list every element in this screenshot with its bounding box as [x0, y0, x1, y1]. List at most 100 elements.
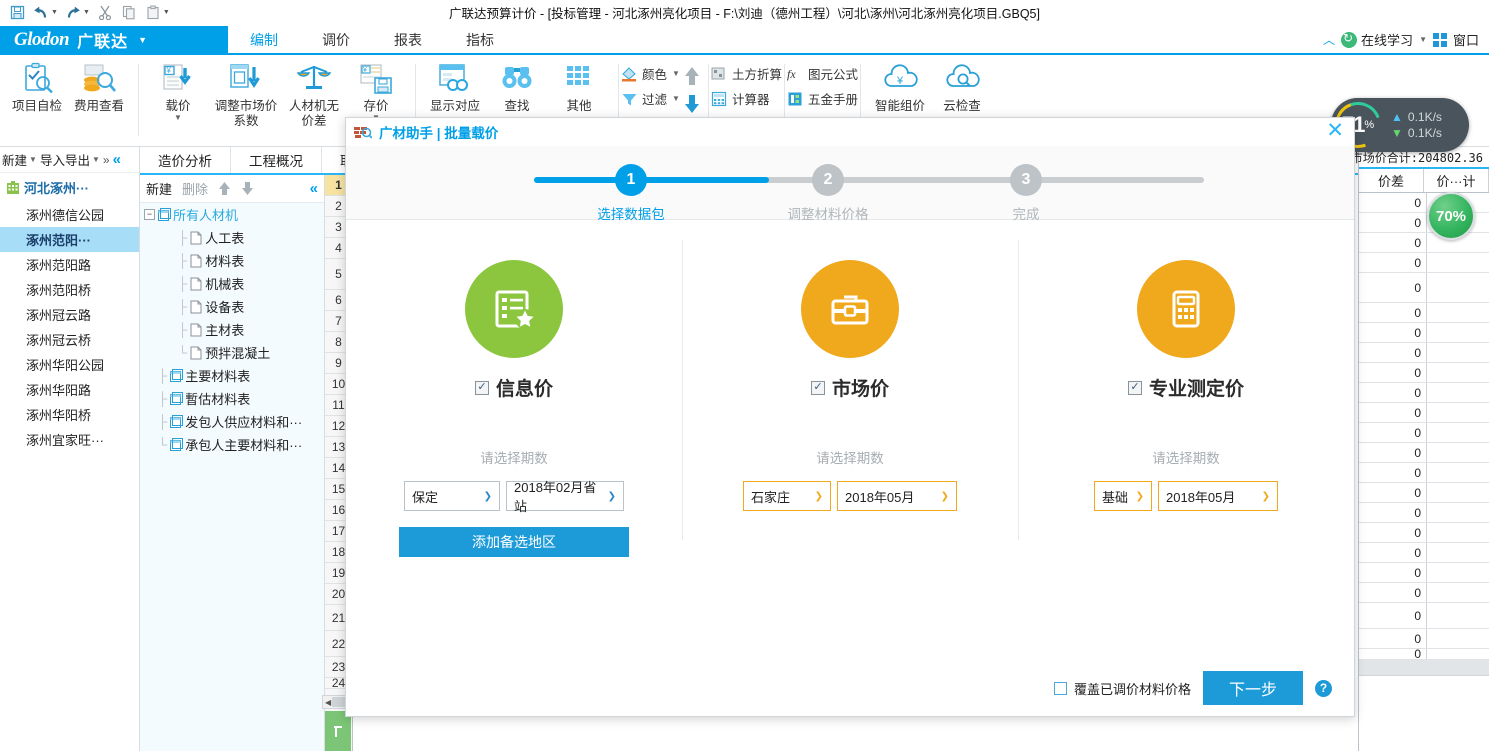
copy-icon[interactable]: [118, 2, 140, 24]
progress-badge[interactable]: 70%: [1427, 192, 1475, 240]
tree-new-button[interactable]: 新建: [146, 179, 172, 198]
tree-node-all-resources[interactable]: − 所有人材机: [140, 203, 324, 226]
professional-price-period-select[interactable]: 2018年05月 ❯: [1158, 481, 1278, 511]
table-row[interactable]: 0: [1359, 273, 1489, 303]
new-project-dropdown-icon[interactable]: ▼: [29, 155, 37, 164]
card-info-price-title-row[interactable]: ✓ 信息价: [474, 374, 553, 401]
table-row[interactable]: 0: [1359, 583, 1489, 603]
professional-price-checkbox[interactable]: ✓: [1127, 380, 1142, 395]
market-price-checkbox[interactable]: ✓: [810, 380, 825, 395]
save-price-button[interactable]: ¥ 存价 ▼: [345, 58, 407, 122]
brand-logo-area[interactable]: Glodon 广联达 ▼: [0, 26, 228, 53]
qat-more-icon[interactable]: ▼: [163, 9, 170, 16]
tab-bianzhi[interactable]: 编制: [228, 26, 300, 55]
card-professional-price-title-row[interactable]: ✓ 专业测定价: [1127, 374, 1244, 401]
undo-dropdown-icon[interactable]: ▼: [51, 9, 58, 16]
table-row[interactable]: 0: [1359, 523, 1489, 543]
close-icon[interactable]: ✕: [1326, 120, 1344, 141]
project-item[interactable]: 涿州冠云路: [0, 302, 139, 327]
project-root-node[interactable]: 河北涿州···: [0, 173, 139, 202]
tree-node-estimated-material-table[interactable]: ├ 暫估材料表: [140, 387, 324, 410]
color-dropdown-icon[interactable]: ▼: [672, 69, 680, 78]
tab-cost-analysis[interactable]: 造价分析: [140, 147, 231, 173]
project-item[interactable]: 涿州宜家旺···: [0, 427, 139, 452]
tab-tiaojia[interactable]: 调价: [300, 26, 372, 53]
checkbox-box[interactable]: [1053, 681, 1067, 695]
load-price-dropdown-icon[interactable]: ▼: [174, 114, 182, 122]
table-row[interactable]: 0: [1359, 603, 1489, 629]
earthwork-convert-button[interactable]: 土方折算: [711, 64, 782, 83]
chevron-down-icon[interactable]: ❯: [484, 491, 492, 502]
calculator-button[interactable]: 计算器: [711, 89, 782, 108]
table-row[interactable]: 0: [1359, 403, 1489, 423]
project-item-selected[interactable]: 涿州范阳···: [0, 227, 139, 252]
project-item[interactable]: 涿州华阳桥: [0, 402, 139, 427]
market-price-region-select[interactable]: 石家庄 ❯: [743, 481, 831, 511]
tree-node-contractor-main-materials[interactable]: └ 承包人主要材料和···: [140, 433, 324, 456]
table-row[interactable]: 0: [1359, 303, 1489, 323]
add-alternate-region-button[interactable]: 添加备选地区: [399, 527, 629, 557]
chevron-down-icon[interactable]: ❯: [1262, 491, 1270, 502]
tree-node-readymix-concrete[interactable]: └ 预拌混凝土: [140, 341, 324, 364]
tree-node-equipment[interactable]: ├ 设备表: [140, 295, 324, 318]
step-finish[interactable]: 3 完成: [946, 164, 1106, 223]
paste-icon[interactable]: [142, 2, 164, 24]
undo-icon[interactable]: [30, 2, 52, 24]
move-up-icon[interactable]: [684, 66, 700, 86]
project-selfcheck-button[interactable]: 项目自检: [6, 58, 68, 114]
tree-node-machinery[interactable]: ├ 机械表: [140, 272, 324, 295]
online-learning-dropdown-icon[interactable]: ▼: [1419, 35, 1427, 44]
chevron-down-icon[interactable]: ❯: [815, 491, 823, 502]
tree-node-labor[interactable]: ├ 人工表: [140, 226, 324, 249]
table-row[interactable]: 0: [1359, 503, 1489, 523]
table-row[interactable]: 0: [1359, 443, 1489, 463]
scroll-left-icon[interactable]: ◀: [323, 698, 331, 707]
chevron-down-icon[interactable]: ▼: [138, 35, 147, 45]
tree-delete-button[interactable]: 删除: [182, 179, 208, 198]
hardware-handbook-button[interactable]: 五金手册: [787, 89, 858, 108]
load-price-button[interactable]: ¥ 载价 ▼: [147, 58, 209, 122]
color-button[interactable]: 颜色 ▼: [621, 64, 680, 83]
tab-zhibiao[interactable]: 指标: [444, 26, 516, 53]
step-select-datapack[interactable]: 1 选择数据包: [551, 164, 711, 223]
table-row[interactable]: 0: [1359, 463, 1489, 483]
market-price-period-select[interactable]: 2018年05月 ❯: [837, 481, 957, 511]
table-row[interactable]: 0: [1359, 343, 1489, 363]
project-item[interactable]: 涿州德信公园: [0, 202, 139, 227]
collapse-left-pane-icon[interactable]: «: [113, 151, 121, 168]
window-label[interactable]: 窗口: [1453, 30, 1479, 49]
import-export-dropdown-icon[interactable]: ▼: [92, 155, 100, 164]
project-item[interactable]: 涿州范阳桥: [0, 277, 139, 302]
tree-move-down-icon[interactable]: [241, 181, 254, 196]
table-row[interactable]: 0: [1359, 483, 1489, 503]
table-row[interactable]: 0: [1359, 629, 1489, 649]
redo-dropdown-icon[interactable]: ▼: [83, 9, 90, 16]
table-row[interactable]: 0: [1359, 383, 1489, 403]
cloud-check-button[interactable]: 云检查: [931, 58, 993, 114]
move-down-icon[interactable]: [684, 94, 700, 114]
no-price-diff-button[interactable]: 人材机无价差: [283, 58, 345, 129]
smart-pricing-button[interactable]: ¥ 智能组价: [869, 58, 931, 114]
next-step-button[interactable]: 下一步: [1203, 671, 1303, 705]
tree-node-main-materials[interactable]: ├ 主材表: [140, 318, 324, 341]
tree-node-materials[interactable]: ├ 材料表: [140, 249, 324, 272]
redo-icon[interactable]: [62, 2, 84, 24]
column-header-price-total[interactable]: 价···计: [1424, 169, 1489, 192]
table-row[interactable]: 0: [1359, 563, 1489, 583]
filter-button[interactable]: 过滤 ▼: [621, 89, 680, 108]
info-price-checkbox[interactable]: ✓: [474, 380, 489, 395]
column-header-price-diff[interactable]: 价差: [1359, 169, 1424, 192]
project-item[interactable]: 涿州华阳公园: [0, 352, 139, 377]
save-icon[interactable]: [6, 2, 28, 24]
filter-dropdown-icon[interactable]: ▼: [672, 94, 680, 103]
project-item[interactable]: 涿州范阳路: [0, 252, 139, 277]
project-item[interactable]: 涿州华阳路: [0, 377, 139, 402]
table-row[interactable]: 0: [1359, 253, 1489, 273]
table-row[interactable]: 0: [1359, 649, 1489, 660]
table-row[interactable]: 0: [1359, 543, 1489, 563]
tree-node-major-material-table[interactable]: ├ 主要材料表: [140, 364, 324, 387]
table-row[interactable]: 0: [1359, 423, 1489, 443]
tree-node-employer-supplied-materials[interactable]: ├ 发包人供应材料和···: [140, 410, 324, 433]
professional-price-region-select[interactable]: 基础 ❯: [1094, 481, 1152, 511]
info-price-period-select[interactable]: 2018年02月省站 ❯: [506, 480, 624, 514]
